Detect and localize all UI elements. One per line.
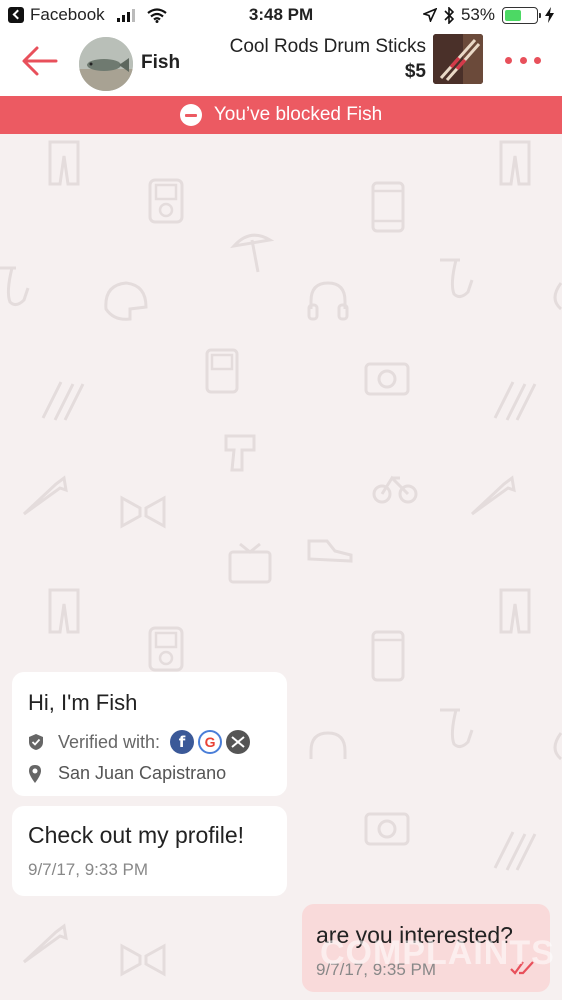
- charging-bolt-icon: [545, 7, 554, 23]
- blocked-banner[interactable]: You’ve blocked Fish: [0, 96, 562, 134]
- saxophone-pattern-icon: [440, 708, 474, 749]
- trumpet-pattern-icon: [22, 923, 68, 964]
- battery-percent: 53%: [460, 5, 495, 24]
- read-checkmarks-icon: [510, 961, 534, 975]
- battery-fill: [505, 9, 521, 21]
- phone-pattern-icon: [371, 181, 405, 233]
- more-dots-icon: [505, 56, 512, 64]
- bowtie-pattern-icon: [120, 943, 166, 977]
- blocked-banner-text: You’ve blocked Fish: [213, 104, 383, 125]
- ipod-pattern-icon: [148, 178, 184, 224]
- pants-pattern-icon: [499, 140, 531, 186]
- battery-icon: [502, 6, 541, 24]
- headphones-pattern-icon: [307, 281, 349, 321]
- trumpet-pattern-icon: [470, 475, 516, 516]
- facebook-icon: f: [170, 730, 195, 754]
- verified-label: Verified with:: [58, 731, 161, 752]
- camera-pattern-icon: [364, 812, 410, 846]
- skis-pattern-icon: [493, 831, 537, 871]
- profile-greeting: Hi, I'm Fish: [28, 690, 138, 715]
- received-message-bubble[interactable]: Check out my profile! 9/7/17, 9:33 PM: [12, 806, 287, 896]
- message-timestamp: 9/7/17, 9:35 PM: [316, 960, 437, 979]
- bluetooth-icon: [444, 6, 454, 24]
- item-title[interactable]: Cool Rods Drum Sticks: [230, 36, 426, 58]
- item-thumbnail[interactable]: [433, 34, 483, 84]
- email-icon: [226, 730, 251, 754]
- back-arrow-icon[interactable]: [20, 44, 60, 78]
- message-text: are you interested?: [316, 922, 513, 948]
- sent-message-bubble[interactable]: are you interested? 9/7/17, 9:35 PM: [302, 904, 550, 992]
- verified-row: Verified with: f G: [28, 730, 251, 754]
- more-options-button[interactable]: [505, 48, 541, 72]
- status-bar: Facebook 3:48 PM 53%: [0, 0, 562, 30]
- drill-pattern-icon: [224, 434, 256, 472]
- pants-pattern-icon: [48, 588, 80, 634]
- bicycle-pattern-icon: [372, 475, 418, 504]
- location-arrow-icon: [422, 8, 437, 22]
- umbrella-pattern-icon: [230, 233, 275, 273]
- shoe-pattern-icon: [307, 539, 353, 563]
- drum-sticks-photo: [433, 34, 483, 84]
- seller-profile-card[interactable]: Hi, I'm Fish Verified with: f G San Juan…: [12, 672, 287, 796]
- block-icon: [179, 104, 202, 126]
- skis-pattern-icon: [493, 381, 537, 421]
- helmet-pattern-icon: [104, 281, 148, 321]
- status-right: 53%: [422, 5, 554, 25]
- message-text: Check out my profile!: [28, 822, 245, 848]
- message-timestamp: 9/7/17, 9:33 PM: [28, 860, 149, 879]
- saxophone-pattern-icon: [0, 266, 30, 307]
- camera-pattern-icon: [364, 362, 410, 396]
- location-pin-icon: [29, 764, 41, 783]
- saxophone-pattern-icon: [440, 258, 474, 299]
- bowtie-pattern-icon: [120, 495, 166, 529]
- gameboy-pattern-icon: [205, 348, 239, 394]
- fish-photo: [79, 37, 133, 91]
- skis-pattern-icon: [41, 381, 85, 421]
- pants-pattern-icon: [499, 588, 531, 634]
- pants-pattern-icon: [48, 140, 80, 186]
- tv-pattern-icon: [228, 542, 272, 584]
- seller-avatar[interactable]: [79, 37, 133, 91]
- verification-icons: f G: [170, 730, 251, 754]
- google-icon: G: [198, 730, 223, 754]
- helmet-pattern-icon: [553, 282, 562, 311]
- location-text: San Juan Capistrano: [58, 763, 227, 783]
- headphones-pattern-icon: [309, 731, 347, 759]
- helmet-pattern-icon: [553, 732, 562, 761]
- shield-icon: [29, 734, 43, 750]
- location-row: San Juan Capistrano: [28, 763, 226, 784]
- trumpet-pattern-icon: [22, 475, 68, 516]
- seller-name[interactable]: Fish: [141, 52, 180, 74]
- ipod-pattern-icon: [148, 626, 184, 672]
- chat-header: Fish Cool Rods Drum Sticks $5: [0, 30, 562, 96]
- phone-pattern-icon: [371, 630, 405, 682]
- item-price: $5: [404, 61, 426, 82]
